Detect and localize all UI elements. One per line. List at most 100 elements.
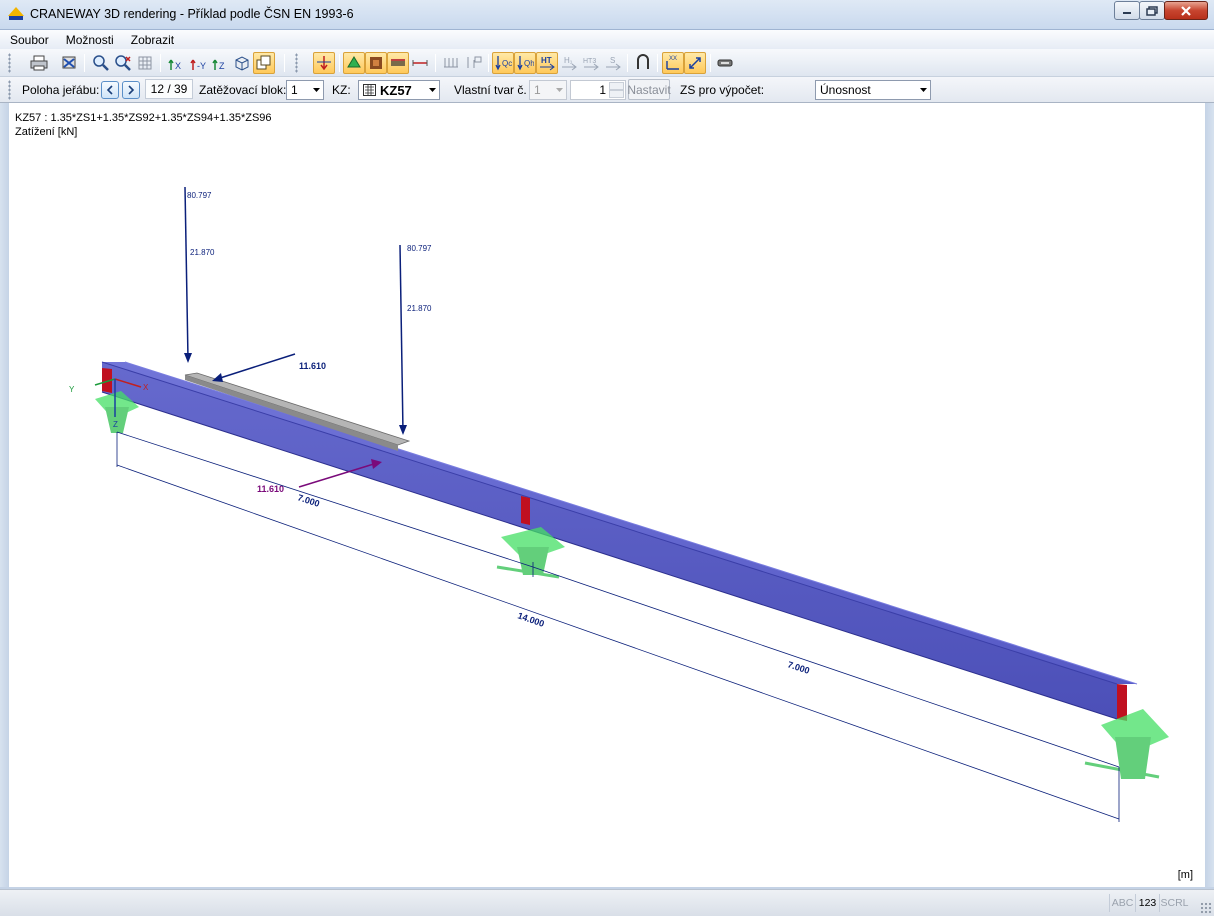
eigenshape-spin-value: 1: [599, 83, 606, 97]
spinner-buttons[interactable]: [609, 82, 624, 98]
status-num: 123: [1135, 894, 1159, 912]
crane-position-label: Poloha jeřábu:: [22, 83, 100, 97]
axis-button[interactable]: XX: [662, 52, 684, 74]
menu-options[interactable]: Možnosti: [64, 33, 116, 47]
load-label-horizontal-top: 11.610: [299, 361, 326, 371]
menu-bar: Soubor Možnosti Zobrazit: [0, 30, 1214, 49]
tape-icon: [717, 59, 733, 67]
load-values-button[interactable]: [440, 52, 462, 74]
title-bar: CRANEWAY 3D rendering - Příklad podle ČS…: [0, 0, 1214, 30]
resize-icon: [689, 57, 701, 69]
resize-view-button[interactable]: [684, 52, 706, 74]
crane-position-next-button[interactable]: [122, 81, 140, 99]
minimize-button[interactable]: [1114, 1, 1140, 20]
axis-x-label: X: [143, 383, 149, 392]
view-iso-button[interactable]: [231, 52, 253, 74]
svg-text:-Y: -Y: [197, 61, 206, 71]
close-icon: [1181, 5, 1191, 16]
dimension-button[interactable]: [409, 52, 431, 74]
crane-position-prev-button[interactable]: [101, 81, 119, 99]
window-frame-right: [1205, 103, 1214, 889]
dimension-left-span: 7.000: [296, 492, 321, 508]
qc-button[interactable]: Qc: [492, 52, 514, 74]
s-button[interactable]: S: [602, 52, 624, 74]
load-block-value: 1: [291, 83, 298, 97]
svg-text:X: X: [175, 61, 181, 71]
tape-button[interactable]: [714, 52, 736, 74]
resize-grip[interactable]: [1200, 902, 1212, 914]
magnet-button[interactable]: [632, 52, 654, 74]
dropdown-arrow-icon: [920, 88, 927, 92]
status-bar: ABC 123 SCRL: [0, 889, 1214, 916]
minimize-icon: [1123, 11, 1131, 14]
print-setup-icon: [62, 56, 76, 69]
load-block-select[interactable]: 1: [286, 80, 324, 100]
view-z-button[interactable]: Z: [209, 52, 231, 74]
zs-label: ZS pro výpočet:: [680, 83, 765, 97]
view-y-button[interactable]: -Y: [187, 52, 209, 74]
load-arrows-icon: [317, 56, 331, 71]
vertical-load-1: 80.797 21.870: [184, 186, 215, 363]
dropdown-arrow-icon: [429, 88, 436, 92]
section-button[interactable]: [365, 52, 387, 74]
options-bar: Poloha jeřábu: 12 / 39 Zatěžovací blok: …: [0, 77, 1214, 103]
ht-icon: HT: [540, 56, 555, 71]
kz-label: KZ:: [332, 83, 351, 97]
close-button[interactable]: [1164, 1, 1208, 20]
window-title: CRANEWAY 3D rendering - Příklad podle ČS…: [30, 7, 354, 21]
ht-button[interactable]: HT: [536, 52, 558, 74]
load-label-v1-mid: 21.870: [190, 248, 215, 257]
support-plate-middle: [521, 496, 530, 525]
dimension-right-span: 7.000: [786, 659, 811, 675]
section-icon: [370, 57, 382, 69]
toolbar-grip-2[interactable]: [295, 53, 298, 73]
axis-z-label: Z: [113, 420, 118, 429]
dimension-total: 14.000: [516, 610, 545, 628]
qh-button[interactable]: Qh: [514, 52, 536, 74]
menu-view[interactable]: Zobrazit: [129, 33, 176, 47]
set-button[interactable]: Nastavit: [627, 79, 671, 100]
print-button[interactable]: [28, 52, 50, 74]
zoom-button[interactable]: [90, 52, 112, 74]
h1-button[interactable]: H₁: [558, 52, 580, 74]
axis-icon: XX: [666, 56, 679, 70]
view-iso-icon: [235, 56, 249, 71]
menu-file[interactable]: Soubor: [8, 33, 51, 47]
supports-button[interactable]: [343, 52, 365, 74]
grid-button[interactable]: [134, 52, 156, 74]
beam-front-face: [102, 362, 1117, 719]
s-icon: S: [606, 56, 621, 71]
zs-select[interactable]: Únosnost: [815, 80, 931, 100]
support-right: [1084, 709, 1169, 779]
model-button[interactable]: [387, 52, 409, 74]
vertical-load-2: 80.797 21.870: [399, 244, 432, 435]
svg-text:HT: HT: [541, 56, 552, 65]
unit-label: [m]: [1177, 869, 1193, 881]
kz-select[interactable]: KZ57: [358, 80, 440, 100]
zoom-reset-button[interactable]: [112, 52, 134, 74]
view-3d-button[interactable]: [253, 52, 275, 74]
render-canvas[interactable]: KZ57 : 1.35*ZS1+1.35*ZS92+1.35*ZS94+1.35…: [9, 107, 1205, 887]
load-values-icon: [444, 58, 458, 68]
options-grip[interactable]: [8, 80, 11, 100]
load-labels-button[interactable]: [462, 52, 484, 74]
support-plate-right: [1117, 684, 1127, 721]
toolbar-grip[interactable]: [8, 53, 11, 73]
restore-button[interactable]: [1139, 1, 1165, 20]
load-arrows-button[interactable]: [313, 52, 335, 74]
svg-text:Qc: Qc: [502, 59, 512, 68]
eigenshape-select[interactable]: 1: [529, 80, 567, 100]
print-icon: [30, 55, 48, 71]
view-x-button[interactable]: X: [165, 52, 187, 74]
model-icon: [391, 59, 405, 66]
supports-icon: [347, 56, 361, 68]
svg-text:Qh: Qh: [524, 59, 534, 68]
dropdown-arrow-icon: [556, 88, 563, 92]
load-label-v2-top: 80.797: [407, 244, 432, 253]
svg-text:S: S: [610, 56, 615, 65]
crane-beam-scene: X Y Z 80.797 21.870 80.797 21.870 11.610…: [69, 186, 1169, 822]
print-setup-button[interactable]: [58, 52, 80, 74]
load-labels-icon: [467, 56, 482, 68]
eigenshape-spinner[interactable]: 1: [570, 80, 626, 100]
ht3-button[interactable]: HT3: [580, 52, 602, 74]
